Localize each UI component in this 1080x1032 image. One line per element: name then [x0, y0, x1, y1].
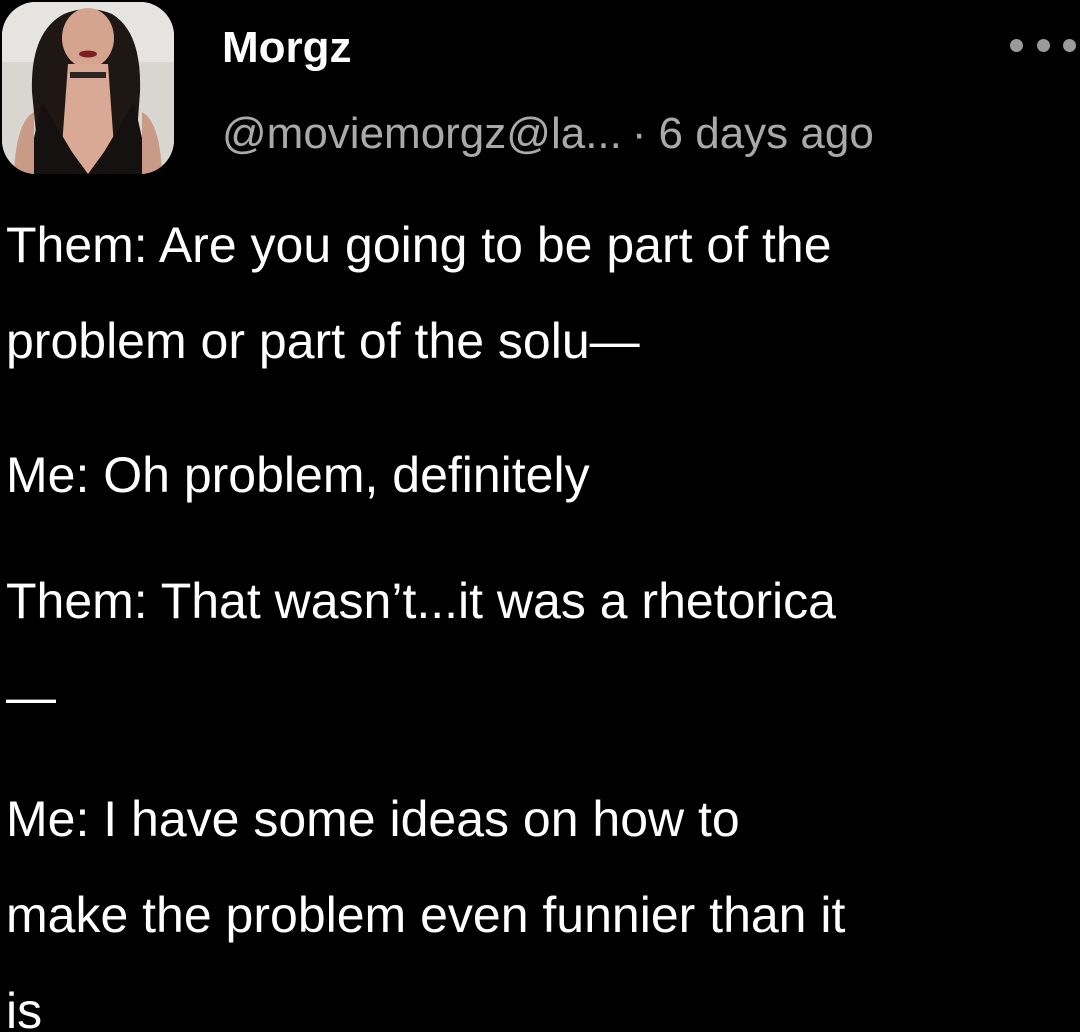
post-body: Them: Are you going to be part of the pr… [6, 212, 1080, 1032]
post-text-line: is [6, 983, 43, 1032]
post-text-line: Me: Oh problem, definitely [6, 447, 590, 503]
post-text-line: Them: Are you going to be part of the [6, 217, 832, 273]
ellipsis-icon [1036, 38, 1050, 52]
author-display-name[interactable]: Morgz [222, 20, 352, 76]
post-text-line: Them: That wasn’t...it was a rhetorica [6, 573, 836, 629]
post-text-line: Me: I have some ideas on how to [6, 791, 740, 847]
meta-separator: · [631, 109, 647, 158]
post-timestamp[interactable]: 6 days ago [659, 109, 874, 158]
avatar[interactable] [2, 2, 174, 174]
ellipsis-icon [1010, 38, 1023, 52]
post-text-line: — [6, 669, 56, 725]
post-text-line: problem or part of the solu— [6, 313, 640, 369]
profile-photo-icon [2, 2, 174, 174]
author-handle[interactable]: @moviemorgz@la... [222, 109, 622, 158]
post-meta: @moviemorgz@la... · 6 days ago [222, 106, 874, 162]
more-options-button[interactable] [1010, 28, 1076, 62]
ellipsis-icon [1063, 38, 1076, 52]
post-header: Morgz @moviemorgz@la... · 6 days ago [0, 0, 1080, 190]
post-text-line: make the problem even funnier than it [6, 887, 846, 943]
